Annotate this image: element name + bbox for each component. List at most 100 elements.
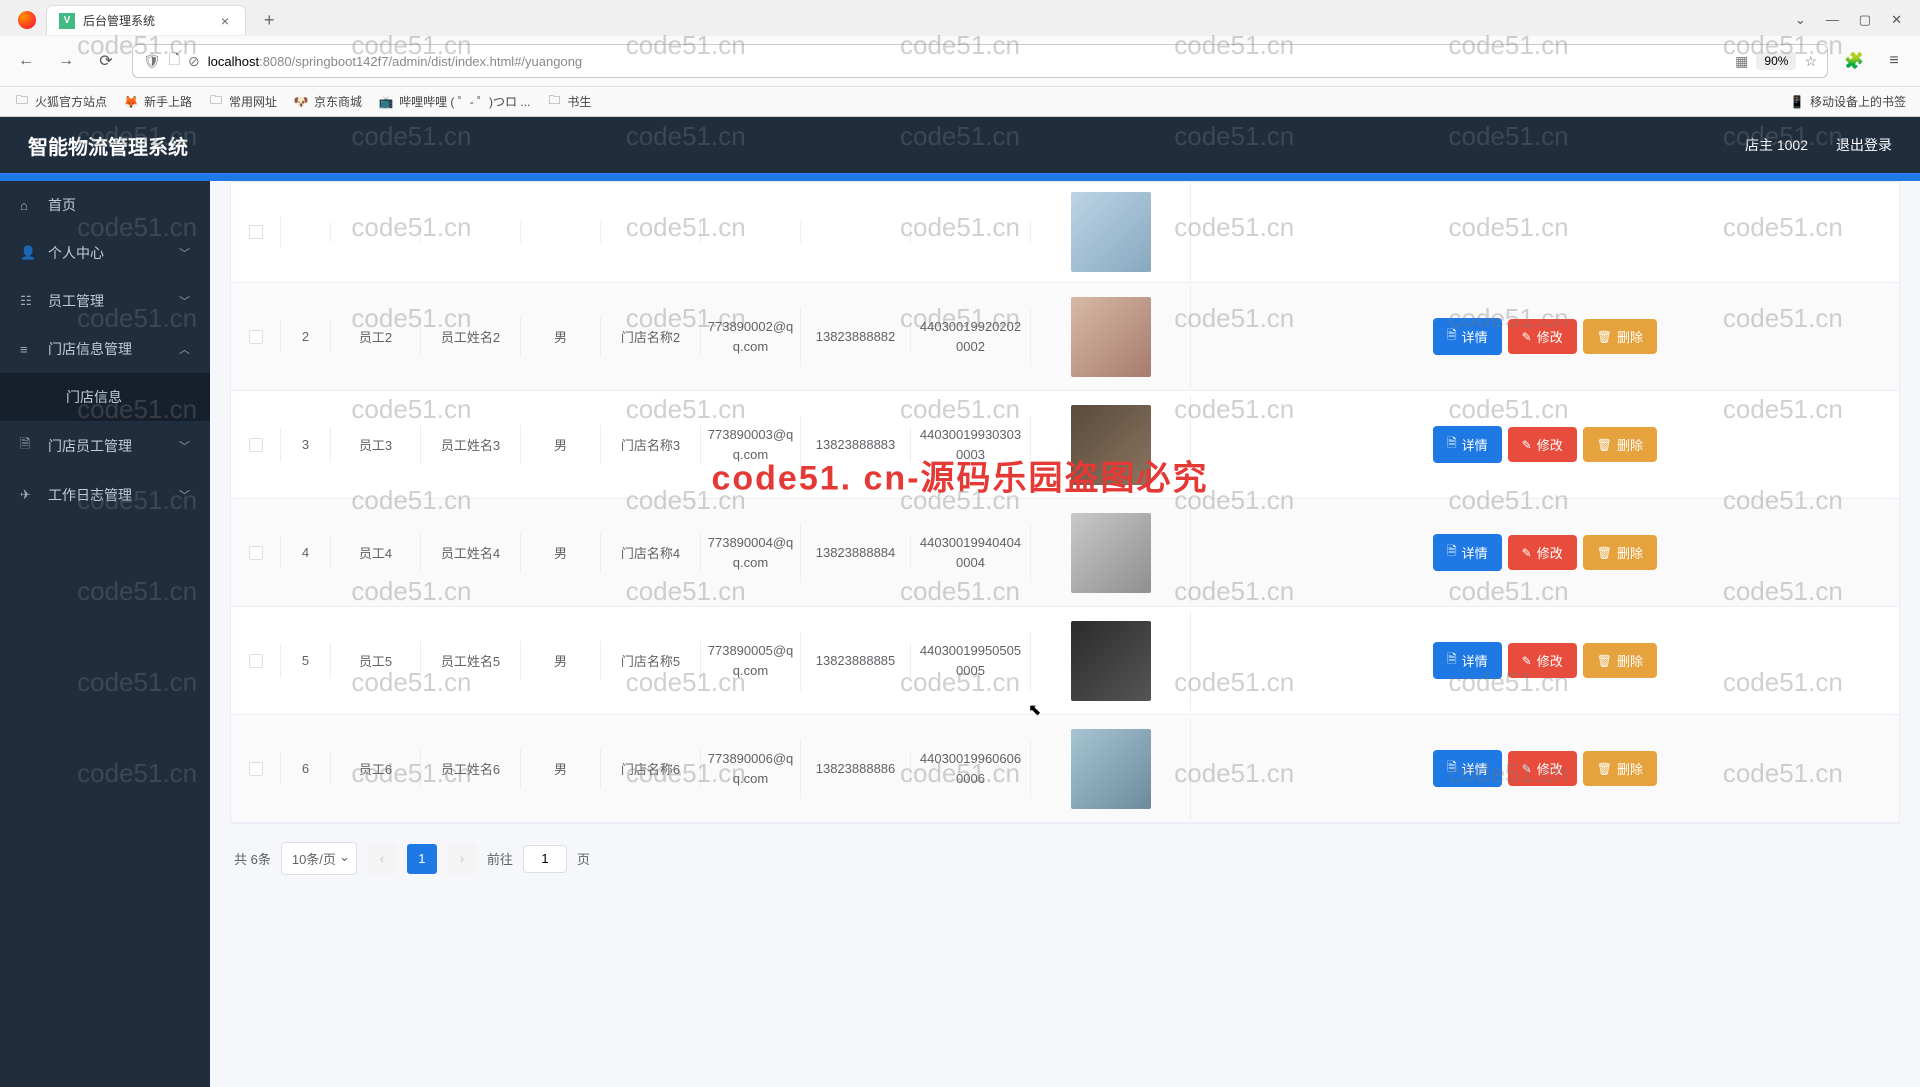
folder-icon: 🗀 [14, 94, 30, 110]
window-close-icon[interactable]: ✕ [1891, 12, 1902, 28]
detail-button[interactable]: 🗎详情 [1433, 750, 1502, 787]
cursor-icon: ⬉ [1028, 700, 1041, 720]
sidebar-item[interactable]: ✈工作日志管理﹀ [0, 471, 210, 519]
cell-idcard: 440300199202020002 [911, 307, 1031, 366]
sidebar-item[interactable]: 👤个人中心﹀ [0, 229, 210, 277]
pencil-icon: ✎ [1522, 654, 1532, 668]
forward-button[interactable]: → [52, 47, 80, 75]
bookmark-item[interactable]: 🦊新手上路 [123, 93, 192, 110]
delete-button[interactable]: 🗑删除 [1583, 319, 1657, 354]
delete-button[interactable]: 🗑删除 [1583, 535, 1657, 570]
cell-idcard: 440300199303030003 [911, 415, 1031, 474]
detail-button[interactable]: 🗎详情 [1433, 534, 1502, 571]
detail-button[interactable]: 🗎详情 [1433, 642, 1502, 679]
table-row: 5 员工5 员工姓名5 男 门店名称5 773890005@qq.com 138… [231, 607, 1899, 715]
cell-phone: 13823888885 [801, 643, 911, 678]
caret-down-icon[interactable]: ⌄ [1795, 12, 1806, 28]
edit-button[interactable]: ✎修改 [1508, 643, 1577, 678]
cell-email: 773890006@qq.com [701, 739, 801, 798]
bookmark-star-icon[interactable]: ☆ [1804, 53, 1817, 70]
employee-photo [1071, 729, 1151, 809]
cell-name: 员工姓名2 [421, 317, 521, 356]
chevron-icon: ﹀ [179, 487, 190, 503]
menu-icon: ☷ [20, 293, 38, 309]
maximize-icon[interactable]: ▢ [1859, 12, 1871, 28]
edit-button[interactable]: ✎修改 [1508, 535, 1577, 570]
user-label[interactable]: 店主 1002 [1745, 135, 1808, 155]
pagination-total: 共 6条 [234, 849, 271, 868]
close-icon[interactable]: × [217, 13, 233, 29]
delete-button[interactable]: 🗑删除 [1583, 751, 1657, 786]
pencil-icon: ✎ [1522, 546, 1532, 560]
app-header: 智能物流管理系统 店主 1002 退出登录 [0, 117, 1920, 175]
mobile-bookmarks[interactable]: 📱移动设备上的书签 [1789, 93, 1906, 110]
row-checkbox[interactable] [249, 546, 263, 560]
menu-label: 员工管理 [48, 291, 179, 311]
menu-icon[interactable]: ≡ [1880, 47, 1908, 75]
prev-page-button[interactable]: ‹ [367, 844, 397, 874]
reload-button[interactable]: ⟳ [92, 47, 120, 75]
minimize-icon[interactable]: — [1826, 12, 1839, 28]
bookmark-item[interactable]: 🗀常用网址 [208, 93, 277, 110]
next-page-button[interactable]: › [447, 844, 477, 874]
browser-chrome: V 后台管理系统 × + ⌄ — ▢ ✕ ← → ⟳ 🛡 🗋 ⊘ localho… [0, 0, 1920, 117]
row-checkbox[interactable] [249, 225, 263, 239]
tab-bar: V 后台管理系统 × + ⌄ — ▢ ✕ [0, 0, 1920, 36]
detail-button[interactable]: 🗎详情 [1433, 318, 1502, 355]
table-row: 2 员工2 员工姓名2 男 门店名称2 773890002@qq.com 138… [231, 283, 1899, 391]
doc-icon: 🗎 [1447, 434, 1457, 455]
back-button[interactable]: ← [12, 47, 40, 75]
bookmark-item[interactable]: 📺哔哩哔哩 ( ゜- ゜)つロ ... [378, 93, 530, 110]
cell-gender: 男 [521, 317, 601, 356]
sidebar-item[interactable]: ⌂首页 [0, 181, 210, 229]
row-checkbox[interactable] [249, 330, 263, 344]
zoom-badge[interactable]: 90% [1756, 52, 1796, 70]
logout-button[interactable]: 退出登录 [1836, 135, 1892, 155]
page-size-select[interactable]: 10条/页 ⌄ [281, 842, 357, 875]
cell-id: 4 [281, 535, 331, 570]
bookmark-item[interactable]: 🗀火狐官方站点 [14, 93, 107, 110]
qr-icon[interactable]: ▦ [1735, 53, 1748, 70]
url-field[interactable]: 🛡 🗋 ⊘ localhost:8080/springboot142f7/adm… [132, 44, 1828, 78]
row-checkbox[interactable] [249, 762, 263, 776]
delete-button[interactable]: 🗑删除 [1583, 427, 1657, 462]
cell-idcard: 440300199606060006 [911, 739, 1031, 798]
delete-button[interactable]: 🗑删除 [1583, 643, 1657, 678]
goto-label: 前往 [487, 849, 513, 868]
browser-tab[interactable]: V 后台管理系统 × [46, 5, 246, 35]
edit-button[interactable]: ✎修改 [1508, 751, 1577, 786]
goto-page-input[interactable] [523, 845, 567, 873]
table-row: 6 员工6 员工姓名6 男 门店名称6 773890006@qq.com 138… [231, 715, 1899, 823]
cell-gender: 男 [521, 641, 601, 680]
edit-button[interactable]: ✎修改 [1508, 427, 1577, 462]
doc-icon: 🗎 [1447, 542, 1457, 563]
pencil-icon: ✎ [1522, 330, 1532, 344]
cell-gender: 男 [521, 533, 601, 572]
employee-photo [1071, 297, 1151, 377]
cell-store: 门店名称4 [601, 533, 701, 572]
sidebar-item[interactable]: 🗎门店员工管理﹀ [0, 421, 210, 471]
extension-icon[interactable]: 🧩 [1840, 47, 1868, 75]
sidebar-item[interactable]: ≡门店信息管理︿ [0, 325, 210, 373]
address-bar: ← → ⟳ 🛡 🗋 ⊘ localhost:8080/springboot142… [0, 36, 1920, 86]
detail-button[interactable]: 🗎详情 [1433, 426, 1502, 463]
row-checkbox[interactable] [249, 438, 263, 452]
bookmark-item[interactable]: 🐶京东商城 [293, 93, 362, 110]
sidebar-item[interactable]: 门店信息 [0, 373, 210, 421]
cell-name: 员工姓名3 [421, 425, 521, 464]
cell-email: 773890004@qq.com [701, 523, 801, 582]
page-number-button[interactable]: 1 [407, 844, 437, 874]
chevron-down-icon: ⌄ [339, 849, 350, 865]
row-checkbox[interactable] [249, 654, 263, 668]
window-controls: ⌄ — ▢ ✕ [1795, 12, 1912, 28]
menu-icon: ⌂ [20, 198, 38, 213]
cell-gender: 男 [521, 749, 601, 788]
new-tab-button[interactable]: + [256, 6, 283, 35]
pencil-icon: ✎ [1522, 438, 1532, 452]
cell-id: 2 [281, 319, 331, 354]
edit-button[interactable]: ✎修改 [1508, 319, 1577, 354]
sidebar-item[interactable]: ☷员工管理﹀ [0, 277, 210, 325]
bookmark-item[interactable]: 🗀书生 [546, 93, 591, 110]
employee-photo [1071, 513, 1151, 593]
employee-photo [1071, 192, 1151, 272]
